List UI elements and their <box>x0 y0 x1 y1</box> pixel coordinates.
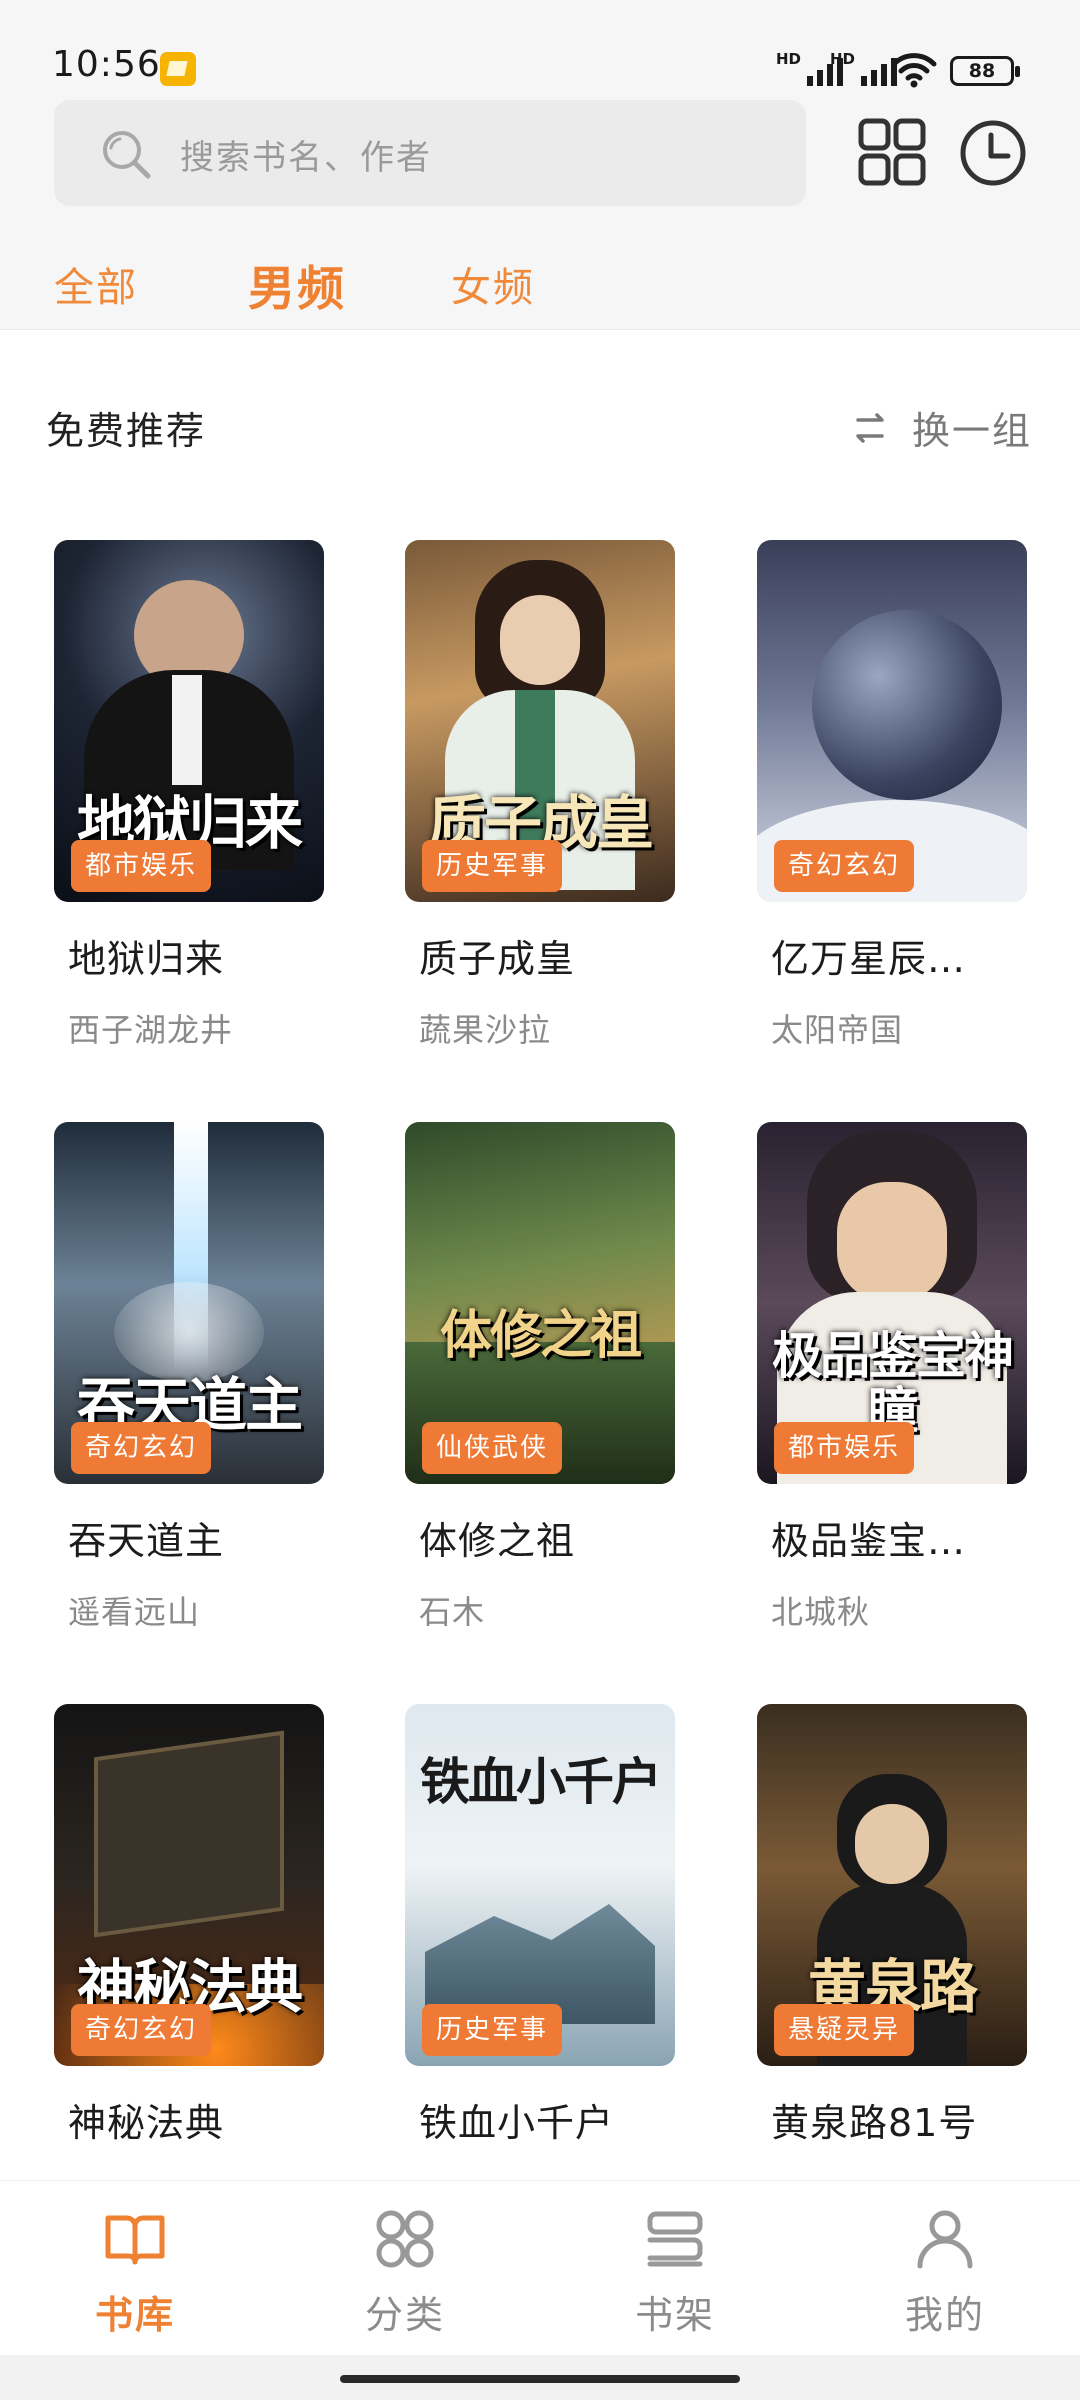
book-title[interactable]: 地狱归来 <box>54 928 324 983</box>
open-book-icon <box>105 2215 165 2265</box>
genre-badge: 悬疑灵异 <box>774 2004 915 2056</box>
nav-profile-label: 我的 <box>904 2293 985 2337</box>
nav-bookshelf[interactable]: 书架 <box>595 2206 755 2339</box>
tab-all[interactable]: 全部 <box>54 255 138 313</box>
nav-category-label: 分类 <box>364 2293 445 2337</box>
system-gesture-area <box>0 2355 1080 2400</box>
book-card[interactable]: 铁血小千户 历史军事 铁血小千户 <box>405 1704 675 2169</box>
genre-badge: 都市娱乐 <box>71 840 212 892</box>
cover-title: 体修之祖 <box>439 1304 642 1366</box>
bookshelf-icon <box>647 2211 703 2267</box>
genre-badge: 奇幻玄幻 <box>71 1422 212 1474</box>
signal-hd-label: HD <box>776 50 802 68</box>
refresh-label: 换一组 <box>912 409 1033 453</box>
wifi-icon <box>891 53 937 88</box>
book-title[interactable]: 吞天道主 <box>54 1510 324 1565</box>
nav-bookshelf-label: 书架 <box>634 2293 715 2337</box>
book-cover[interactable]: 体修之祖 仙侠武侠 <box>405 1122 675 1484</box>
book-title[interactable]: 亿万星辰… <box>757 928 1027 983</box>
genre-badge: 都市娱乐 <box>774 1422 915 1474</box>
profile-icon <box>917 2210 973 2269</box>
book-author: 西子湖龙井 <box>68 1011 234 1049</box>
book-author: 蔬果沙拉 <box>419 1011 552 1049</box>
book-cover[interactable]: 质子成皇 历史军事 <box>405 540 675 902</box>
history-clock-icon[interactable] <box>958 118 1028 188</box>
book-card[interactable]: 体修之祖 仙侠武侠 体修之祖 石木 <box>405 1122 675 1633</box>
category-grid-icon <box>376 2210 434 2268</box>
signal-hd-label-2: HD <box>830 50 856 68</box>
book-title[interactable]: 神秘法典 <box>54 2092 324 2147</box>
tab-female[interactable]: 女频 <box>451 255 535 313</box>
book-author: 遥看远山 <box>68 1593 201 1631</box>
book-cover[interactable]: 地狱归来 都市娱乐 <box>54 540 324 902</box>
genre-badge: 历史军事 <box>422 840 563 892</box>
book-cover[interactable]: 神秘法典 奇幻玄幻 <box>54 1704 324 2066</box>
grid-view-icon[interactable] <box>858 118 926 186</box>
book-card[interactable]: 神秘法典 奇幻玄幻 神秘法典 <box>54 1704 324 2169</box>
top-bar: 10:56 HD HD 88 搜索书名、作者 全部 男频 女频 <box>0 0 1080 330</box>
search-placeholder: 搜索书名、作者 <box>180 138 432 178</box>
status-bar: 10:56 HD HD 88 <box>0 0 1080 100</box>
book-cover[interactable]: 黄泉路 悬疑灵异 <box>757 1704 1027 2066</box>
book-card[interactable]: 极品鉴宝神瞳 都市娱乐 极品鉴宝… 北城秋 <box>757 1122 1027 1633</box>
bottom-navigation: 书库 分类 书架 我的 <box>0 2180 1080 2355</box>
book-cover[interactable]: 极品鉴宝神瞳 都市娱乐 <box>757 1122 1027 1484</box>
search-bar[interactable]: 搜索书名、作者 <box>54 100 806 206</box>
nav-profile[interactable]: 我的 <box>865 2206 1025 2339</box>
tab-male[interactable]: 男频 <box>248 250 346 319</box>
book-title[interactable]: 黄泉路81号 <box>757 2092 1027 2147</box>
nav-category[interactable]: 分类 <box>325 2206 485 2339</box>
book-cover[interactable]: 铁血小千户 历史军事 <box>405 1704 675 2066</box>
book-card[interactable]: 黄泉路 悬疑灵异 黄泉路81号 <box>757 1704 1027 2169</box>
genre-badge: 奇幻玄幻 <box>71 2004 212 2056</box>
cellular-signal-icon-2: HD <box>830 50 898 86</box>
book-card[interactable]: 地狱归来 都市娱乐 地狱归来 西子湖龙井 <box>54 540 324 1051</box>
refresh-icon <box>856 412 884 443</box>
home-indicator[interactable] <box>340 2375 740 2383</box>
genre-badge: 历史军事 <box>422 2004 563 2056</box>
book-author: 北城秋 <box>771 1593 871 1631</box>
book-author: 石木 <box>419 1593 486 1631</box>
book-card[interactable]: 奇幻玄幻 亿万星辰… 太阳帝国 <box>757 540 1027 1051</box>
book-author: 太阳帝国 <box>771 1011 904 1049</box>
battery-indicator: 88 <box>950 56 1020 86</box>
book-title[interactable]: 极品鉴宝… <box>757 1510 1027 1565</box>
book-title[interactable]: 铁血小千户 <box>405 2092 675 2147</box>
nav-library[interactable]: 书库 <box>55 2206 215 2339</box>
book-title[interactable]: 质子成皇 <box>405 928 675 983</box>
book-card[interactable]: 吞天道主 奇幻玄幻 吞天道主 遥看远山 <box>54 1122 324 1633</box>
cover-title: 铁血小千户 <box>420 1752 662 1811</box>
book-card[interactable]: 质子成皇 历史军事 质子成皇 蔬果沙拉 <box>405 540 675 1051</box>
book-title[interactable]: 体修之祖 <box>405 1510 675 1565</box>
search-icon <box>103 131 151 179</box>
section-title: 免费推荐 <box>46 409 207 453</box>
genre-badge: 仙侠武侠 <box>422 1422 563 1474</box>
book-cover[interactable]: 奇幻玄幻 <box>757 540 1027 902</box>
book-cover[interactable]: 吞天道主 奇幻玄幻 <box>54 1122 324 1484</box>
nav-library-label: 书库 <box>94 2293 175 2337</box>
refresh-button[interactable]: 换一组 <box>850 400 1032 455</box>
status-time: 10:56 <box>52 44 161 85</box>
genre-badge: 奇幻玄幻 <box>774 840 915 892</box>
notification-icon <box>160 52 196 86</box>
